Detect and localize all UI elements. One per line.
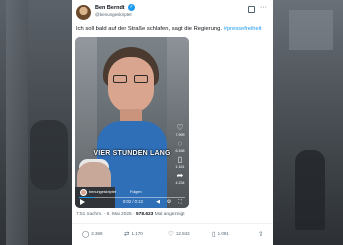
share-count: 4.234: [175, 181, 185, 185]
reply-icon: ◯: [82, 231, 90, 238]
reply-count: 2.369: [91, 231, 103, 236]
reply-button[interactable]: ◯ 2.369: [82, 230, 103, 238]
speaker-face: [108, 57, 154, 113]
tiktok-follow-button[interactable]: Folgen: [130, 190, 142, 194]
like-count-bottom: 12.842: [175, 231, 190, 236]
fullscreen-icon[interactable]: ⛶: [177, 199, 183, 205]
tweet-card: Ben Berndt ✓ @benungeskriptet ··· Ich so…: [72, 0, 273, 245]
background-right: [273, 0, 343, 245]
speaker-glasses: [113, 75, 149, 83]
volume-icon[interactable]: ◀: [155, 199, 161, 205]
bookmark-icon[interactable]: ▯: [175, 155, 185, 164]
background-left: [0, 0, 72, 245]
comment-count: 6.168: [175, 149, 185, 153]
like-button[interactable]: ♡ 12.842: [168, 230, 190, 238]
tweet-body: Ich soll bald auf der Straße schlafen, s…: [76, 26, 222, 32]
grok-icon[interactable]: [248, 6, 255, 13]
background-figure: [295, 150, 325, 230]
bookmark-button[interactable]: ▯ 1.091: [212, 230, 229, 238]
author-avatar[interactable]: [76, 5, 91, 20]
background-pillar: [6, 0, 28, 245]
play-icon[interactable]: [80, 199, 85, 205]
tweet-header: Ben Berndt ✓ @benungeskriptet ···: [76, 4, 269, 24]
background-figure: [30, 120, 68, 190]
like-count: 7.999: [175, 133, 185, 137]
repost-icon: ⇄: [124, 231, 130, 238]
view-count: 578.623: [136, 212, 154, 217]
share-button[interactable]: ⇧: [258, 230, 265, 238]
view-label: Mal angezeigt: [154, 212, 185, 217]
heart-icon[interactable]: ♡: [175, 123, 185, 132]
verified-icon: ✓: [128, 4, 135, 11]
share-icon[interactable]: ➦: [175, 171, 185, 180]
video-player[interactable]: VIER STUNDEN LANG ♡ 7.999 ◌ 6.168 ▯ 1.16…: [75, 37, 189, 208]
repost-count: 1.170: [131, 231, 143, 236]
bookmark-count: 1.161: [175, 165, 185, 169]
tweet-actions: ◯ 2.369 ⇄ 1.170 ♡ 12.842 ▯ 1.091 ⇧: [72, 226, 273, 244]
settings-icon[interactable]: ⚙: [166, 199, 172, 205]
divider: [72, 223, 273, 224]
tweet-text: Ich soll bald auf der Straße schlafen, s…: [76, 26, 269, 33]
bookmark-action-icon: ▯: [212, 231, 216, 238]
timestamp[interactable]: 7:51 nachm. · 6. Mai 2025 ·: [76, 212, 135, 217]
hashtag-link[interactable]: #pressefreiheit: [224, 26, 262, 32]
like-icon: ♡: [168, 231, 174, 238]
video-controls: 0:02 / 0:13 ◀ ⚙ ⛶: [75, 197, 189, 208]
repost-button[interactable]: ⇄ 1.170: [124, 230, 143, 238]
tiktok-username[interactable]: benungeskriptet: [89, 190, 116, 194]
share-action-icon: ⇧: [258, 231, 264, 238]
author-handle[interactable]: @benungeskriptet: [95, 12, 132, 17]
bookmark-count-bottom: 1.091: [217, 231, 229, 236]
background-window: [289, 10, 333, 50]
tiktok-avatar[interactable]: [80, 189, 87, 196]
author-name[interactable]: Ben Berndt: [95, 5, 125, 11]
video-time: 0:02 / 0:13: [123, 199, 143, 204]
comment-icon[interactable]: ◌: [175, 139, 185, 148]
tweet-meta: 7:51 nachm. · 6. Mai 2025 · 578.623 Mal …: [76, 212, 185, 217]
more-icon[interactable]: ···: [260, 4, 267, 11]
